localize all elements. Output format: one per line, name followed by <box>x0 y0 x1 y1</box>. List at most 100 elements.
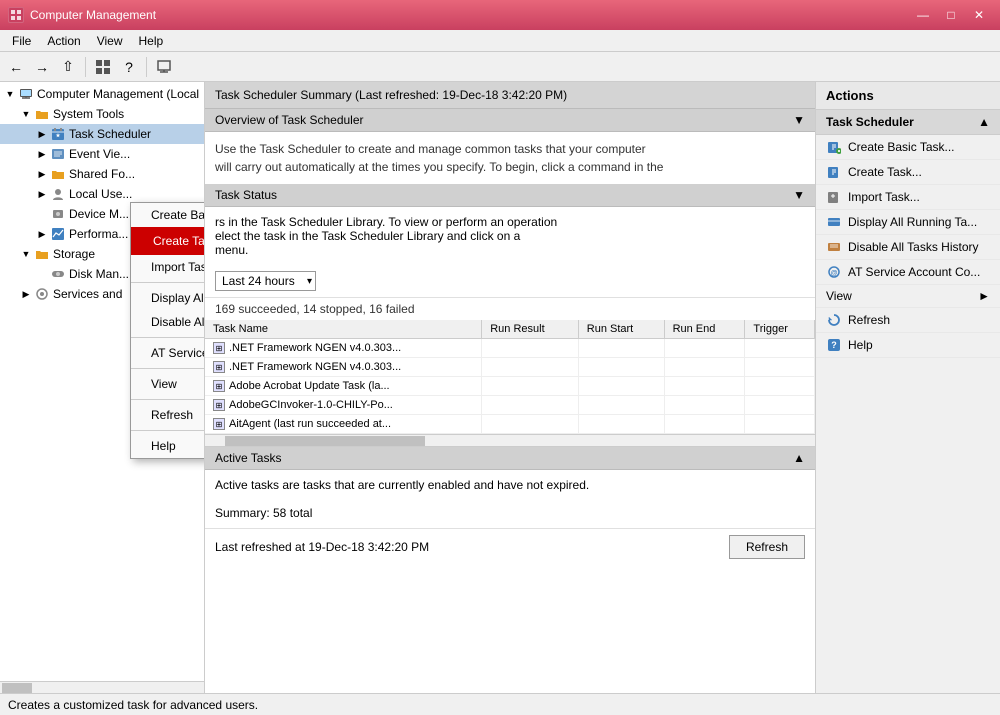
task-status-collapse-icon: ▼ <box>793 188 805 202</box>
tree-item-shared[interactable]: ▶ Shared Fo... <box>0 164 204 184</box>
overview-text-1: Use the Task Scheduler to create and man… <box>215 140 805 158</box>
table-row[interactable]: ⊞AitAgent (last run succeeded at... <box>205 415 815 434</box>
actions-at-service[interactable]: @ AT Service Account Co... <box>816 260 1000 285</box>
table-row[interactable]: ⊞.NET Framework NGEN v4.0.303... <box>205 358 815 377</box>
content-panel: Task Scheduler Summary (Last refreshed: … <box>205 82 815 693</box>
tree-item-eventviewer[interactable]: ▶ Event Vie... <box>0 144 204 164</box>
actions-create-basic[interactable]: Create Basic Task... <box>816 135 1000 160</box>
actions-import-label: Import Task... <box>848 190 920 204</box>
actions-group-header[interactable]: Task Scheduler ▲ <box>816 110 1000 135</box>
minimize-button[interactable]: — <box>910 5 936 25</box>
actions-disable-history[interactable]: Disable All Tasks History <box>816 235 1000 260</box>
status-bar: Creates a customized task for advanced u… <box>0 693 1000 715</box>
tree-label: Performa... <box>69 227 128 241</box>
expand-icon: ▶ <box>34 189 50 200</box>
tree-label: Shared Fo... <box>69 167 135 181</box>
overview-section-header[interactable]: Overview of Task Scheduler ▼ <box>205 109 815 132</box>
overview-section-content: Use the Task Scheduler to create and man… <box>205 132 815 184</box>
content-body[interactable]: Overview of Task Scheduler ▼ Use the Tas… <box>205 109 815 693</box>
folder-icon <box>34 106 50 122</box>
ctx-disable-history[interactable]: Disable All Tasks History <box>131 310 205 334</box>
actions-display-running[interactable]: Display All Running Ta... <box>816 210 1000 235</box>
task-table: Task Name Run Result Run Start Run End T… <box>205 320 815 434</box>
table-row[interactable]: ⊞AdobeGCInvoker-1.0-CHILY-Po... <box>205 396 815 415</box>
tree-item-systemtools[interactable]: ▼ System Tools <box>0 104 204 124</box>
disable-icon <box>826 239 842 255</box>
scheduler-icon: ★ <box>50 126 66 142</box>
col-runstart[interactable]: Run Start <box>578 320 664 339</box>
tree-item-computer[interactable]: ▼ Computer Management (Local <box>0 84 204 104</box>
services-icon <box>34 286 50 302</box>
active-tasks-content: Active tasks are tasks that are currentl… <box>205 470 815 528</box>
expand-icon: ▶ <box>18 289 34 300</box>
ctx-sep-2 <box>131 337 205 338</box>
table-hscroll[interactable] <box>205 434 815 446</box>
col-runresult[interactable]: Run Result <box>482 320 579 339</box>
table-row[interactable]: ⊞Adobe Acrobat Update Task (la... <box>205 377 815 396</box>
active-tasks-collapse-icon: ▲ <box>793 451 805 465</box>
task-table-wrapper[interactable]: Task Name Run Result Run Start Run End T… <box>205 320 815 446</box>
active-tasks-header[interactable]: Active Tasks ▲ <box>205 447 815 470</box>
actions-help[interactable]: ? Help <box>816 333 1000 358</box>
ctx-create-basic-task[interactable]: Create Basic Task... <box>131 203 205 227</box>
performance-icon <box>50 226 66 242</box>
menu-action[interactable]: Action <box>39 32 88 50</box>
actions-view[interactable]: View ► <box>816 285 1000 308</box>
ctx-at-service[interactable]: AT Service Account Configuration <box>131 341 205 365</box>
menu-help[interactable]: Help <box>131 32 172 50</box>
svg-text:?: ? <box>831 340 837 350</box>
ctx-view[interactable]: View ► <box>131 372 205 396</box>
time-filter-row: Last hour Last 24 hours Last 7 days Last… <box>205 265 815 298</box>
properties-button[interactable] <box>152 55 176 79</box>
col-runend[interactable]: Run End <box>664 320 745 339</box>
status-text: Creates a customized task for advanced u… <box>8 698 258 712</box>
tree-item-localusers[interactable]: ▶ Local Use... <box>0 184 204 204</box>
create-basic-icon <box>826 139 842 155</box>
active-tasks-section: Active Tasks ▲ Active tasks are tasks th… <box>205 446 815 565</box>
back-button[interactable]: ← <box>4 55 28 79</box>
create-task-icon <box>826 164 842 180</box>
tree-item-taskscheduler[interactable]: ▶ ★ Task Scheduler <box>0 124 204 144</box>
time-select[interactable]: Last hour Last 24 hours Last 7 days Last… <box>215 271 316 291</box>
import-icon <box>826 189 842 205</box>
actions-group-arrow: ▲ <box>978 115 990 129</box>
actions-disable-label: Disable All Tasks History <box>848 240 979 254</box>
col-trigger[interactable]: Trigger <box>745 320 815 339</box>
close-button[interactable]: ✕ <box>966 5 992 25</box>
maximize-button[interactable]: □ <box>938 5 964 25</box>
ctx-help[interactable]: Help <box>131 434 205 458</box>
show-hide-button[interactable] <box>91 55 115 79</box>
help-toolbar-button[interactable]: ? <box>117 55 141 79</box>
tree-label: Disk Man... <box>69 267 129 281</box>
col-taskname[interactable]: Task Name <box>205 320 482 339</box>
actions-panel: Actions Task Scheduler ▲ Create Basic Ta… <box>815 82 1000 693</box>
task-status-header-text: Task Status <box>215 188 277 202</box>
menu-view[interactable]: View <box>89 32 131 50</box>
expand-icon: ▼ <box>18 249 34 259</box>
actions-view-label: View <box>826 289 852 303</box>
ctx-create-task[interactable]: Create Task... <box>131 227 205 255</box>
actions-help-label: Help <box>848 338 873 352</box>
actions-refresh[interactable]: Refresh <box>816 308 1000 333</box>
ctx-refresh[interactable]: Refresh <box>131 403 205 427</box>
actions-import-task[interactable]: Import Task... <box>816 185 1000 210</box>
expand-icon: ▼ <box>18 109 34 119</box>
left-panel-hscroll[interactable] <box>0 681 204 693</box>
ctx-sep-1 <box>131 282 205 283</box>
menu-file[interactable]: File <box>4 32 39 50</box>
table-row[interactable]: ⊞.NET Framework NGEN v4.0.303... <box>205 339 815 358</box>
overview-text-2: will carry out automatically at the time… <box>215 158 805 176</box>
actions-refresh-label: Refresh <box>848 313 890 327</box>
actions-panel-header: Actions <box>816 82 1000 110</box>
ctx-display-running[interactable]: Display All Running Tasks <box>131 286 205 310</box>
overview-collapse-icon: ▼ <box>793 113 805 127</box>
refresh-button[interactable]: Refresh <box>729 535 805 559</box>
up-button[interactable]: ⇧ <box>56 55 80 79</box>
computer-icon <box>18 86 34 102</box>
task-status-section-header[interactable]: Task Status ▼ <box>205 184 815 207</box>
ctx-import-task[interactable]: Import Task... <box>131 255 205 279</box>
forward-button[interactable]: → <box>30 55 54 79</box>
expand-icon: ▶ <box>34 169 50 180</box>
actions-create-task[interactable]: Create Task... <box>816 160 1000 185</box>
ctx-sep-3 <box>131 368 205 369</box>
